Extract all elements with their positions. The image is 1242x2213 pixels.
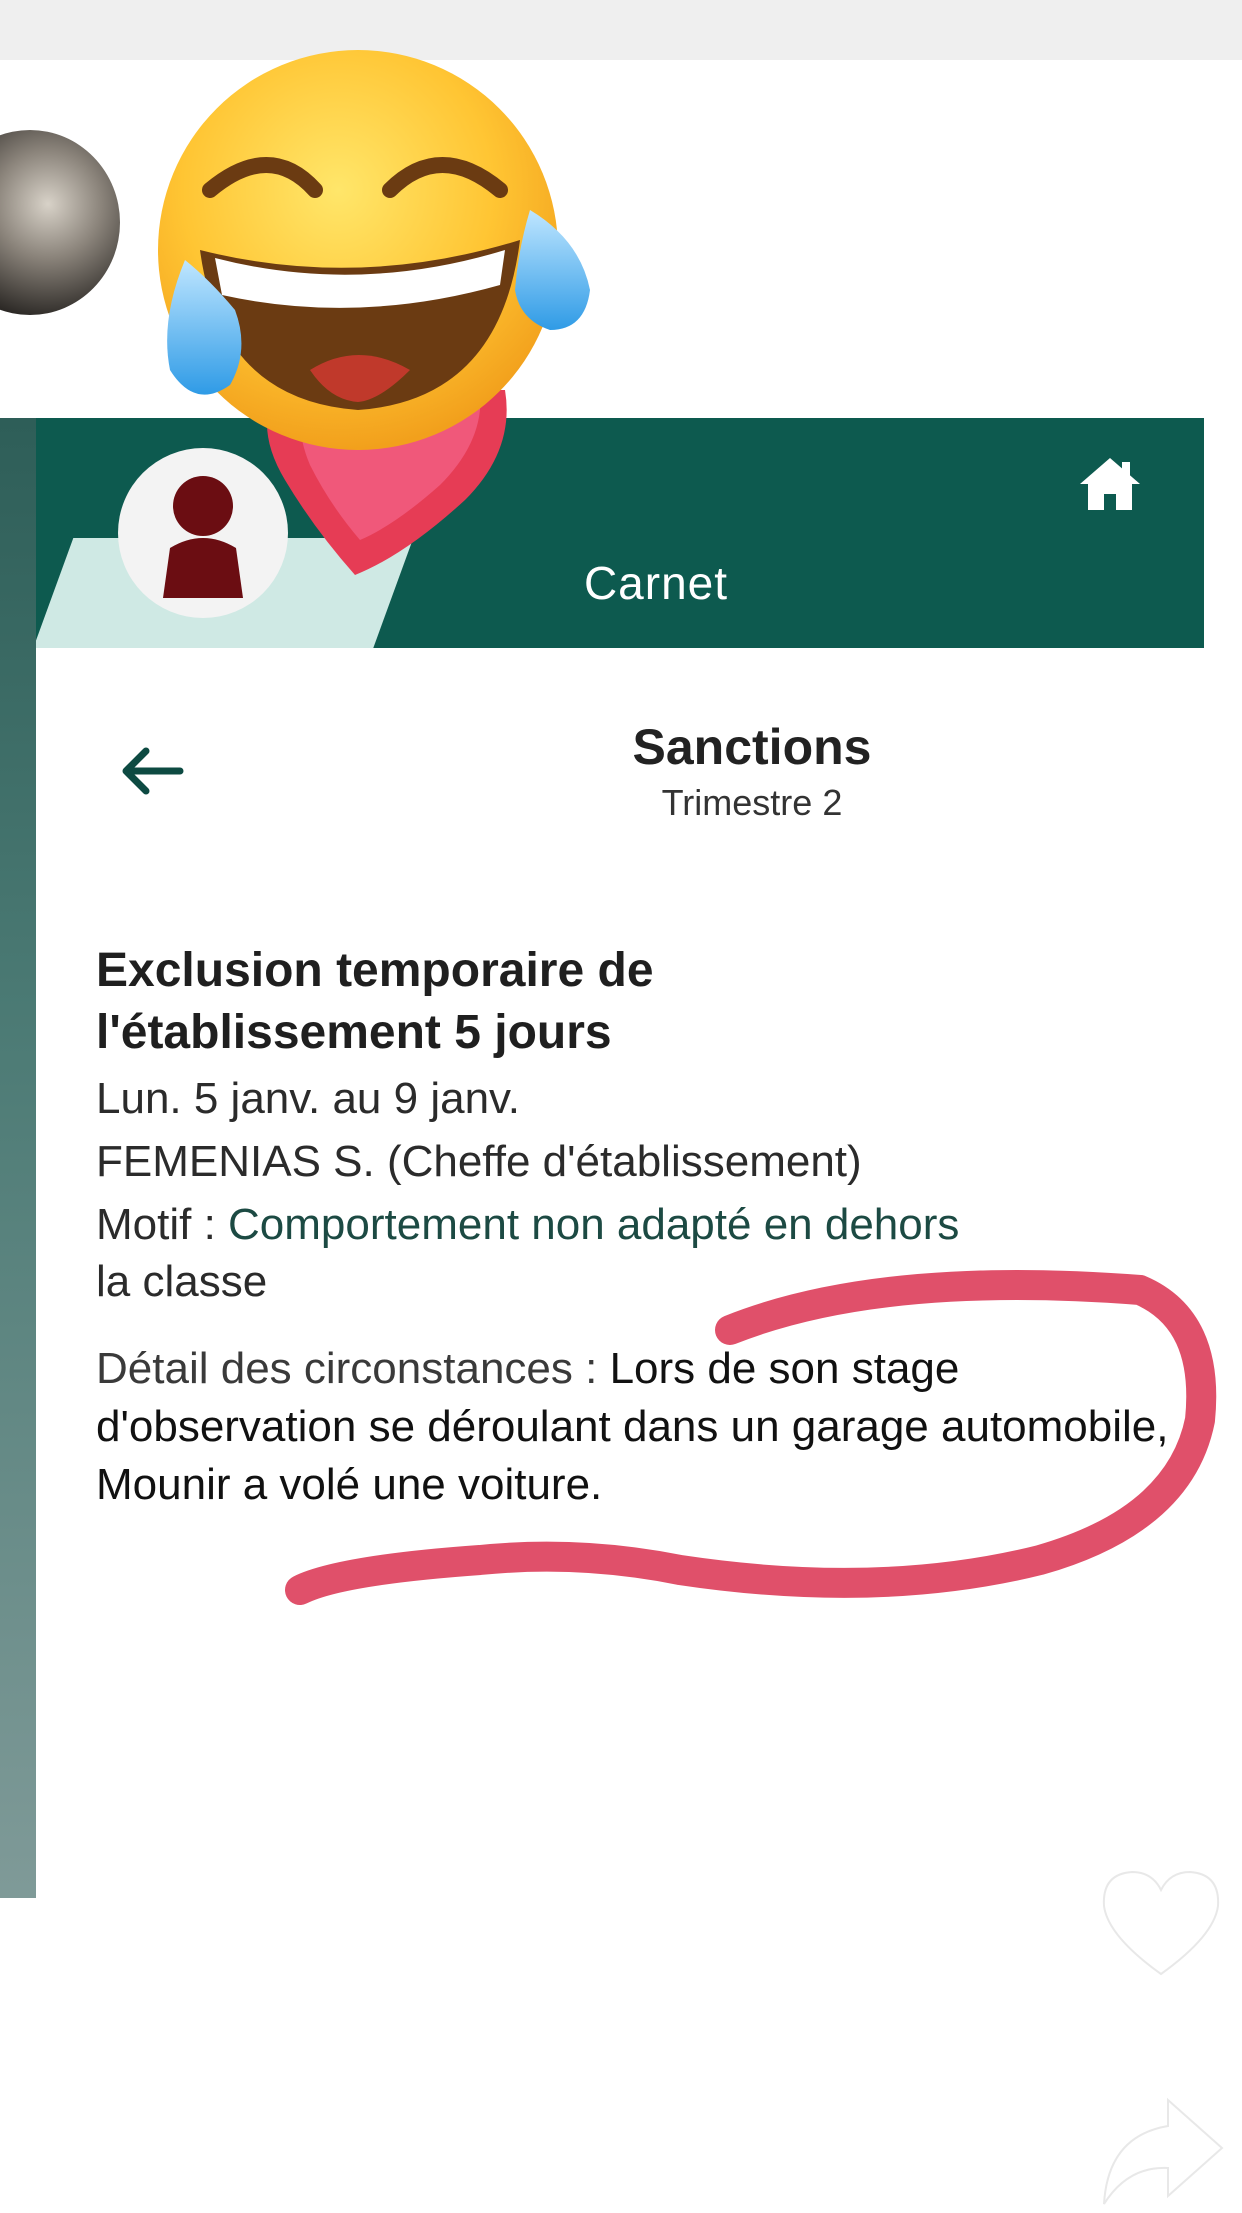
heart-icon[interactable]: [1098, 1866, 1224, 1978]
sanction-title-line-1: Exclusion temporaire de: [96, 944, 654, 997]
sanction-dates: Lun. 5 janv. au 9 janv.: [96, 1074, 520, 1123]
page-title: Sanctions: [632, 719, 872, 775]
share-arrow-icon[interactable]: [1098, 2096, 1226, 2208]
red-scribble-annotation: [280, 1260, 1230, 1640]
sanction-motif: Motif : Comportement non adapté en dehor…: [96, 1196, 1216, 1254]
page-subtitle: Trimestre 2: [661, 782, 843, 823]
motif-label: Motif :: [96, 1200, 229, 1249]
left-edge-bar: [0, 418, 36, 1898]
motif-value: Comportement non adapté en dehors: [228, 1200, 960, 1249]
home-icon[interactable]: [1076, 454, 1144, 514]
profile-avatar[interactable]: [0, 130, 120, 315]
laughing-tears-emoji: [140, 40, 600, 460]
sanction-title: Exclusion temporaire de l'établissement …: [96, 940, 996, 1064]
sanction-issuer: FEMENIAS S. (Cheffe d'établissement): [96, 1137, 862, 1186]
back-arrow-icon[interactable]: [118, 745, 186, 797]
sanction-title-line-2: l'établissement 5 jours: [96, 1006, 612, 1059]
